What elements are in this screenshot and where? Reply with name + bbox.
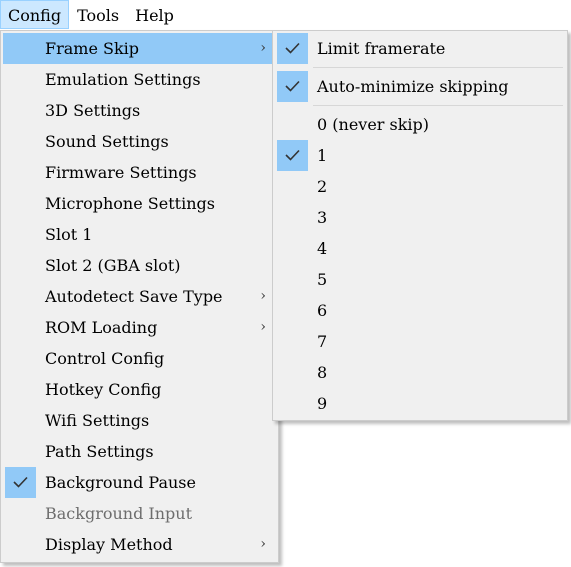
menu-item-slot-1[interactable]: Slot 1 (3, 219, 276, 250)
checkmark-icon (5, 467, 36, 498)
menu-item-label: Emulation Settings (45, 70, 201, 89)
separator (313, 67, 563, 68)
menu-item-label: 5 (317, 270, 328, 289)
menu-item-label: Control Config (45, 349, 165, 368)
menu-item-rom-loading[interactable]: ROM Loading › (3, 312, 276, 343)
frameskip-3[interactable]: 3 (275, 202, 565, 233)
menu-item-hotkey-config[interactable]: Hotkey Config (3, 374, 276, 405)
menu-help[interactable]: Help (127, 0, 182, 29)
chevron-right-icon: › (260, 40, 266, 56)
menu-item-label: 8 (317, 363, 328, 382)
menu-tools[interactable]: Tools (69, 0, 127, 29)
menu-item-label: 9 (317, 394, 328, 413)
frameskip-0-never-skip[interactable]: 0 (never skip) (275, 109, 565, 140)
option-limit-framerate[interactable]: Limit framerate (275, 33, 565, 64)
menu-item-sound-settings[interactable]: Sound Settings (3, 126, 276, 157)
menu-item-label: Autodetect Save Type (45, 287, 223, 306)
checkmark-icon (277, 33, 308, 64)
menu-item-label: Firmware Settings (45, 163, 197, 182)
frameskip-2[interactable]: 2 (275, 171, 565, 202)
menu-item-label: 4 (317, 239, 328, 258)
menu-item-label: Frame Skip (45, 39, 140, 58)
menu-item-control-config[interactable]: Control Config (3, 343, 276, 374)
chevron-right-icon: › (260, 319, 266, 335)
menu-item-label: ROM Loading (45, 318, 158, 337)
menu-item-display-method[interactable]: Display Method › (3, 529, 276, 560)
menu-item-label: Limit framerate (317, 39, 446, 58)
menu-item-label: Path Settings (45, 442, 154, 461)
menu-item-label: Background Pause (45, 473, 196, 492)
option-auto-minimize-skipping[interactable]: Auto-minimize skipping (275, 71, 565, 102)
menu-item-label: 3 (317, 208, 328, 227)
menu-item-slot-2-gba-slot[interactable]: Slot 2 (GBA slot) (3, 250, 276, 281)
menu-item-label: Slot 2 (GBA slot) (45, 256, 181, 275)
menu-bar: Config Tools Help (0, 0, 571, 30)
menu-item-label: 7 (317, 332, 328, 351)
config-menu: Frame Skip › Emulation Settings 3D Settings… (0, 30, 279, 563)
frameskip-7[interactable]: 7 (275, 326, 565, 357)
menu-item-path-settings[interactable]: Path Settings (3, 436, 276, 467)
menu-item-3d-settings[interactable]: 3D Settings (3, 95, 276, 126)
menu-item-label: 1 (317, 146, 328, 165)
checkmark-icon (277, 140, 308, 171)
frameskip-9[interactable]: 9 (275, 388, 565, 419)
menu-item-firmware-settings[interactable]: Firmware Settings (3, 157, 276, 188)
frameskip-5[interactable]: 5 (275, 264, 565, 295)
menu-item-label: 0 (never skip) (317, 115, 430, 134)
frameskip-6[interactable]: 6 (275, 295, 565, 326)
menu-item-label: 2 (317, 177, 328, 196)
menu-item-background-input: Background Input (3, 498, 276, 529)
menu-item-frame-skip[interactable]: Frame Skip › (3, 33, 276, 64)
menu-item-label: Auto-minimize skipping (317, 77, 509, 96)
menu-item-label: Hotkey Config (45, 380, 162, 399)
separator (313, 105, 563, 106)
menu-item-microphone-settings[interactable]: Microphone Settings (3, 188, 276, 219)
menu-item-wifi-settings[interactable]: Wifi Settings (3, 405, 276, 436)
menu-item-label: 6 (317, 301, 328, 320)
frameskip-4[interactable]: 4 (275, 233, 565, 264)
chevron-right-icon: › (260, 536, 266, 552)
frameskip-1[interactable]: 1 (275, 140, 565, 171)
menu-item-label: Background Input (45, 504, 193, 523)
menu-item-emulation-settings[interactable]: Emulation Settings (3, 64, 276, 95)
menu-item-label: Microphone Settings (45, 194, 215, 213)
menu-item-label: Sound Settings (45, 132, 169, 151)
menu-item-label: Slot 1 (45, 225, 93, 244)
menu-item-label: 3D Settings (45, 101, 141, 120)
frameskip-8[interactable]: 8 (275, 357, 565, 388)
menu-item-autodetect-save-type[interactable]: Autodetect Save Type › (3, 281, 276, 312)
checkmark-icon (277, 71, 308, 102)
menu-item-label: Wifi Settings (45, 411, 150, 430)
menu-config[interactable]: Config (0, 0, 70, 29)
menu-item-label: Display Method (45, 535, 173, 554)
frame-skip-submenu: Limit framerate Auto-minimize skipping 0 (… (272, 30, 568, 421)
chevron-right-icon: › (260, 288, 266, 304)
menu-item-background-pause[interactable]: Background Pause (3, 467, 276, 498)
